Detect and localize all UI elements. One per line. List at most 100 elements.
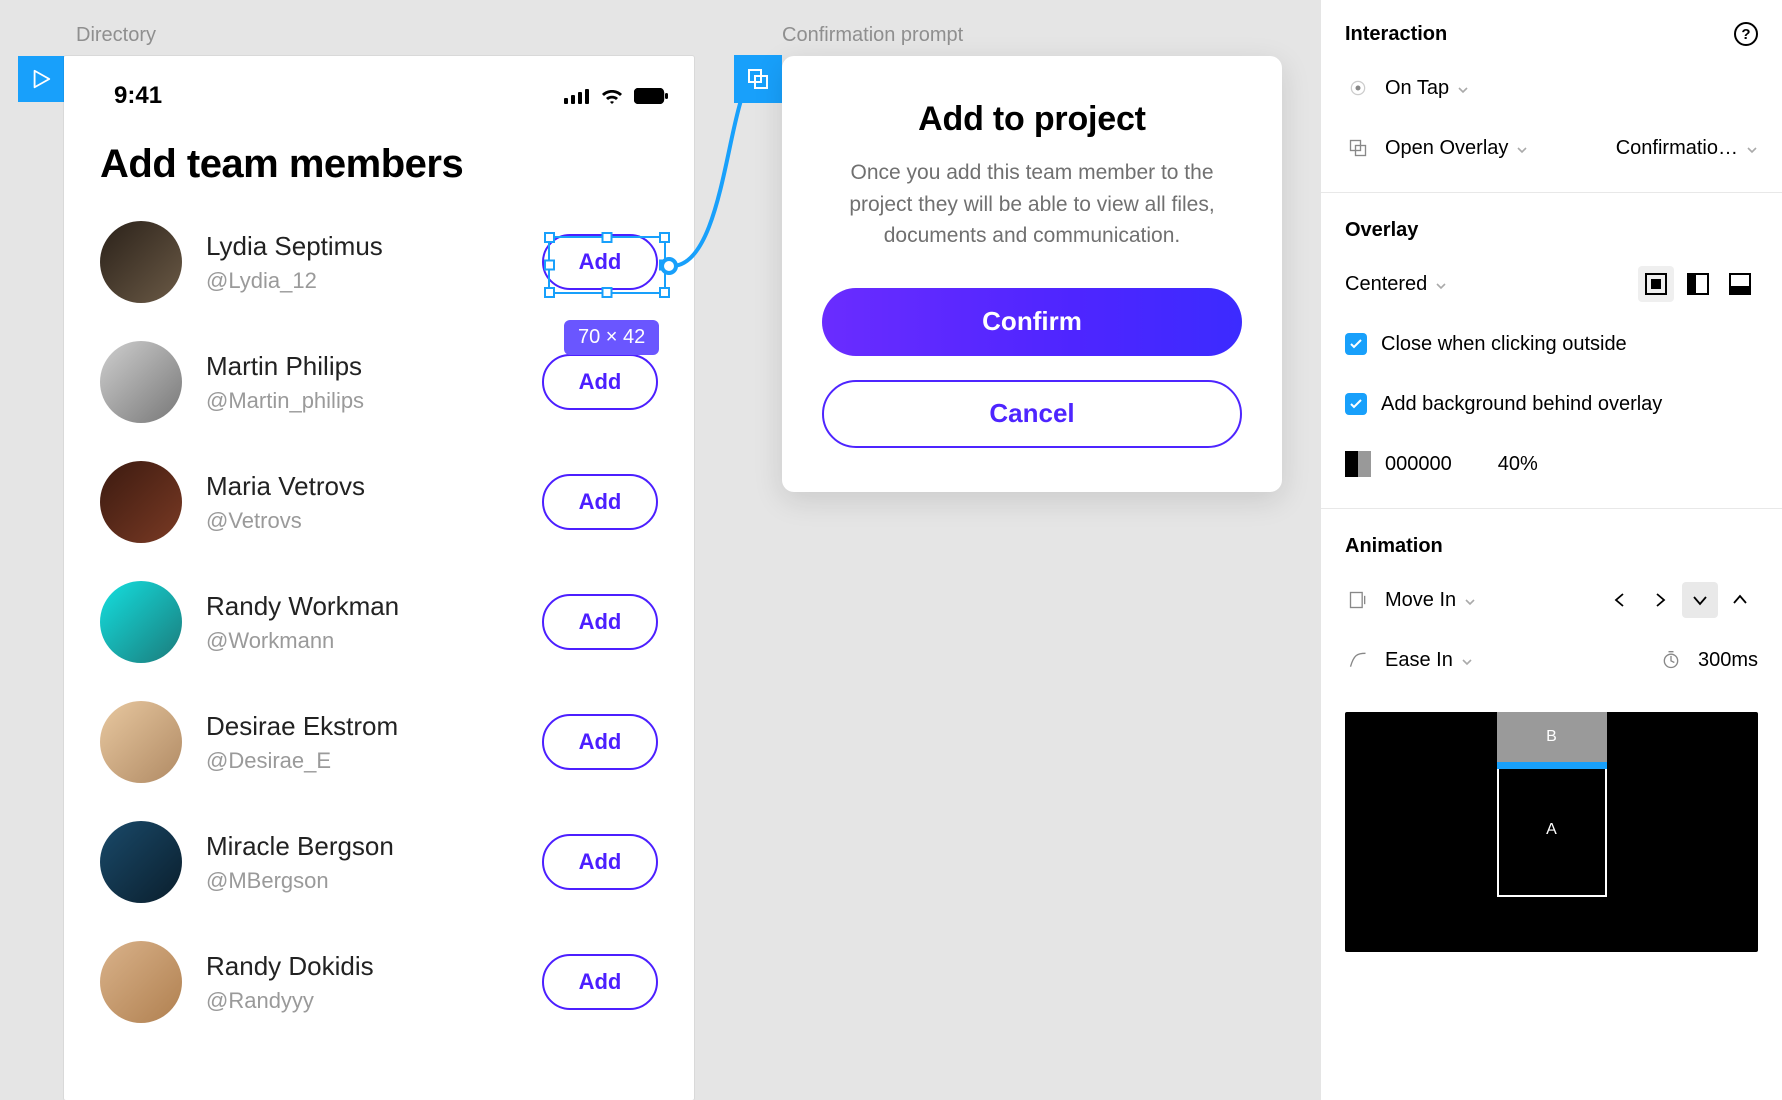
animation-type-value: Move In — [1385, 589, 1456, 612]
member-handle: @Randyyy — [206, 988, 518, 1014]
avatar — [100, 821, 182, 903]
confirm-button[interactable]: Confirm — [822, 288, 1242, 356]
cellular-icon — [564, 88, 590, 104]
inspector-panel: Interaction ? On Tap Open Overlay Confir… — [1320, 0, 1782, 1100]
member-name: Desirae Ekstrom — [206, 711, 518, 742]
present-button[interactable] — [18, 56, 64, 102]
avatar — [100, 341, 182, 423]
frame-label-directory[interactable]: Directory — [76, 24, 156, 47]
chevron-down-icon — [1435, 275, 1447, 298]
dialog-title: Add to project — [822, 100, 1242, 139]
add-button[interactable]: Add — [542, 474, 658, 530]
tap-icon — [1345, 78, 1371, 98]
overlay-pos-bottom-button[interactable] — [1722, 266, 1758, 302]
section-header-animation: Animation — [1345, 535, 1443, 558]
status-time: 9:41 — [114, 82, 162, 110]
member-name: Randy Workman — [206, 591, 518, 622]
member-name: Lydia Septimus — [206, 231, 518, 262]
overlay-pos-left-button[interactable] — [1680, 266, 1716, 302]
wifi-icon — [600, 87, 624, 105]
cancel-button[interactable]: Cancel — [822, 380, 1242, 448]
direction-left-button[interactable] — [1602, 582, 1638, 618]
add-button[interactable]: Add — [542, 594, 658, 650]
add-bg-label: Add background behind overlay — [1381, 393, 1662, 416]
member-name: Maria Vetrovs — [206, 471, 518, 502]
easing-select[interactable]: Ease In — [1345, 642, 1473, 678]
action-select[interactable]: Open Overlay — [1345, 130, 1528, 166]
chevron-down-icon — [1461, 651, 1473, 674]
checkbox-checked-icon — [1345, 333, 1367, 355]
ease-icon — [1345, 650, 1371, 670]
member-name: Martin Philips — [206, 351, 518, 382]
frame-label-confirmation[interactable]: Confirmation prompt — [782, 24, 963, 47]
close-outside-checkbox[interactable]: Close when clicking outside — [1345, 326, 1758, 362]
dialog-body: Once you add this team member to the pro… — [822, 157, 1242, 252]
section-header-overlay: Overlay — [1345, 219, 1418, 242]
avatar — [100, 461, 182, 543]
preview-layer-a: A — [1497, 762, 1607, 897]
preview-layer-b: B — [1497, 712, 1607, 762]
avatar — [100, 701, 182, 783]
member-handle: @Desirae_E — [206, 748, 518, 774]
add-button[interactable]: Add — [542, 954, 658, 1010]
checkbox-checked-icon — [1345, 393, 1367, 415]
list-item[interactable]: Randy Workman @Workmann Add — [100, 561, 658, 681]
target-select[interactable]: Confirmatio… — [1616, 137, 1758, 160]
chevron-down-icon — [1464, 591, 1476, 614]
list-item[interactable]: Randy Dokidis @Randyyy Add — [100, 921, 658, 1041]
members-list: Lydia Septimus @Lydia_12 Add Martin Phil… — [64, 201, 694, 1041]
member-handle: @Martin_philips — [206, 388, 518, 414]
overlay-pos-center-button[interactable] — [1638, 266, 1674, 302]
bg-color-swatch[interactable]: 000000 — [1345, 446, 1452, 482]
page-title: Add team members — [64, 118, 694, 201]
frame-directory[interactable]: 9:41 Add team members Lydia Septimus — [64, 56, 694, 1100]
frame-confirmation[interactable]: Add to project Once you add this team me… — [782, 56, 1282, 492]
trigger-value: On Tap — [1385, 77, 1449, 100]
status-bar: 9:41 — [64, 56, 694, 118]
direction-up-button[interactable] — [1722, 582, 1758, 618]
overlay-icon — [1345, 138, 1371, 158]
duration-field[interactable]: 300ms — [1658, 642, 1758, 678]
animation-type-select[interactable]: Move In — [1345, 582, 1476, 618]
overlay-position-value: Centered — [1345, 273, 1427, 296]
add-button[interactable]: Add — [542, 354, 658, 410]
help-icon[interactable]: ? — [1734, 22, 1758, 46]
avatar — [100, 941, 182, 1023]
bg-hex-value[interactable]: 000000 — [1385, 453, 1452, 476]
list-item[interactable]: Desirae Ekstrom @Desirae_E Add — [100, 681, 658, 801]
duration-value: 300ms — [1698, 649, 1758, 672]
bg-opacity-value[interactable]: 40% — [1498, 453, 1538, 476]
avatar — [100, 581, 182, 663]
member-handle: @Lydia_12 — [206, 268, 518, 294]
timer-icon — [1658, 650, 1684, 670]
move-in-icon — [1345, 590, 1371, 610]
trigger-select[interactable]: On Tap — [1345, 70, 1758, 106]
direction-right-button[interactable] — [1642, 582, 1678, 618]
list-item[interactable]: Maria Vetrovs @Vetrovs Add — [100, 441, 658, 561]
add-button[interactable]: Add — [542, 234, 658, 290]
member-name: Miracle Bergson — [206, 831, 518, 862]
member-name: Randy Dokidis — [206, 951, 518, 982]
add-button[interactable]: Add — [542, 714, 658, 770]
list-item[interactable]: Lydia Septimus @Lydia_12 Add — [100, 201, 658, 321]
interaction-handle[interactable] — [660, 257, 678, 275]
avatar — [100, 221, 182, 303]
direction-down-button[interactable] — [1682, 582, 1718, 618]
action-value: Open Overlay — [1385, 137, 1508, 160]
battery-icon — [634, 88, 668, 104]
color-swatch — [1345, 451, 1371, 477]
add-bg-checkbox[interactable]: Add background behind overlay — [1345, 386, 1758, 422]
close-outside-label: Close when clicking outside — [1381, 333, 1627, 356]
animation-preview: B A — [1345, 712, 1758, 952]
overlay-target-chip[interactable] — [734, 55, 782, 103]
chevron-down-icon — [1457, 79, 1469, 102]
overlay-position-select[interactable]: Centered — [1345, 273, 1447, 296]
member-handle: @Vetrovs — [206, 508, 518, 534]
easing-value: Ease In — [1385, 649, 1453, 672]
member-handle: @MBergson — [206, 868, 518, 894]
list-item[interactable]: Miracle Bergson @MBergson Add — [100, 801, 658, 921]
add-button[interactable]: Add — [542, 834, 658, 890]
target-value: Confirmatio… — [1616, 137, 1738, 160]
member-handle: @Workmann — [206, 628, 518, 654]
list-item[interactable]: Martin Philips @Martin_philips Add — [100, 321, 658, 441]
